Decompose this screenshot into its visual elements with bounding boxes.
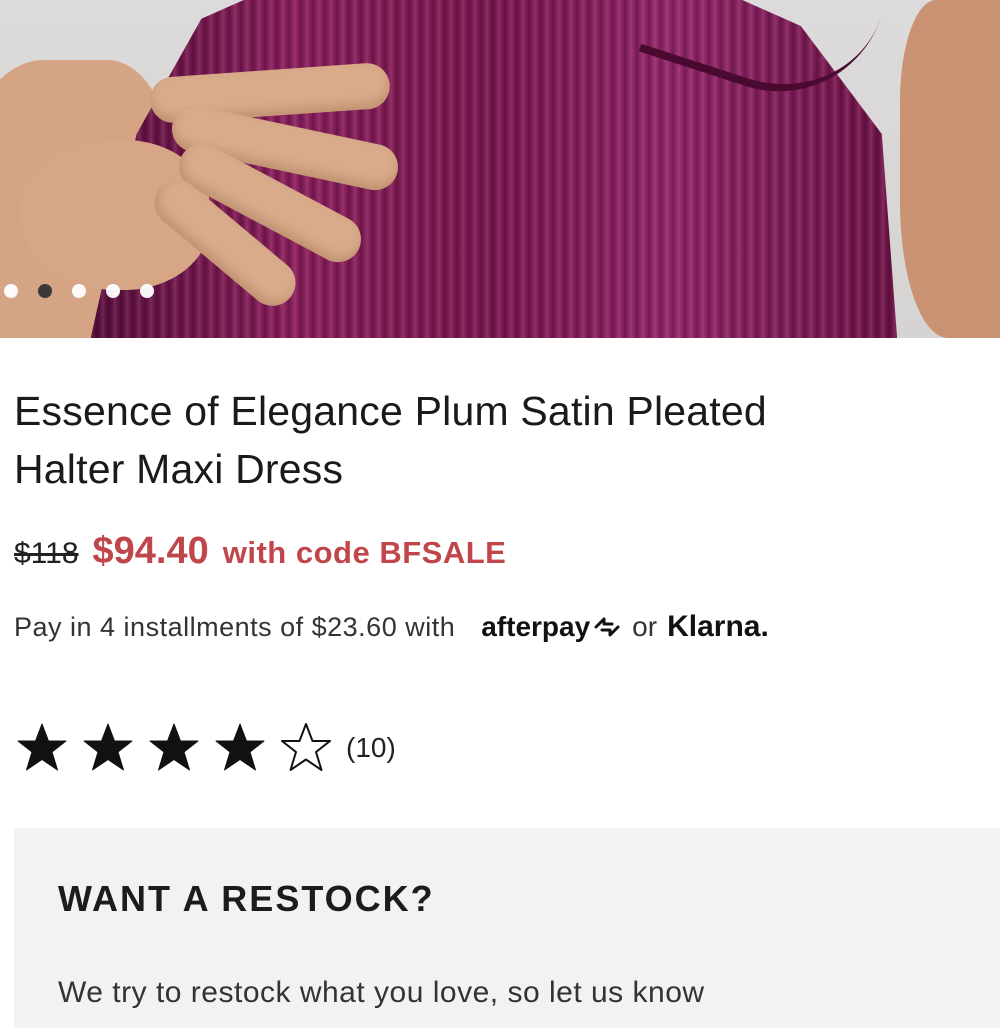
restock-title: WANT A RESTOCK? [58, 878, 435, 919]
promo-code-note: with code BFSALE [222, 535, 507, 570]
installments-row: Pay in 4 installments of $23.60 with aft… [14, 610, 769, 644]
model-arm-right [900, 0, 1000, 338]
rating-row[interactable]: (10) [12, 718, 396, 778]
carousel-dot[interactable] [38, 284, 52, 298]
original-price: $118 [14, 537, 79, 570]
product-title-line2: Halter Maxi Dress [14, 446, 344, 493]
star-rating [12, 718, 336, 778]
star-filled-icon [215, 723, 265, 771]
star-filled-icon [17, 723, 67, 771]
star-empty-icon [281, 723, 331, 771]
carousel-dot[interactable] [140, 284, 154, 298]
carousel-dot[interactable] [106, 284, 120, 298]
product-title: Essence of Elegance Plum Satin Pleated H… [14, 382, 1000, 498]
carousel-dots [0, 281, 154, 301]
product-image[interactable] [0, 0, 1000, 338]
installments-text: Pay in 4 installments of $23.60 with [14, 611, 456, 642]
price-row: $118 $94.40 with code BFSALE [14, 530, 506, 573]
afterpay-loop-icon [594, 617, 620, 637]
star-filled-icon [83, 723, 133, 771]
model-hand [20, 61, 403, 316]
review-count[interactable]: (10) [346, 732, 396, 764]
restock-panel: WANT A RESTOCK? We try to restock what y… [14, 828, 1000, 1028]
or-text: or [632, 611, 658, 642]
product-title-line1: Essence of Elegance Plum Satin Pleated [14, 388, 767, 435]
afterpay-logo[interactable]: afterpay [481, 611, 622, 643]
restock-description: We try to restock what you love, so let … [58, 976, 705, 1009]
klarna-logo[interactable]: Klarna. [667, 610, 769, 644]
carousel-dot[interactable] [4, 284, 18, 298]
carousel-dot[interactable] [72, 284, 86, 298]
afterpay-label: afterpay [481, 611, 591, 642]
sale-price: $94.40 [92, 530, 209, 572]
star-filled-icon [149, 723, 199, 771]
